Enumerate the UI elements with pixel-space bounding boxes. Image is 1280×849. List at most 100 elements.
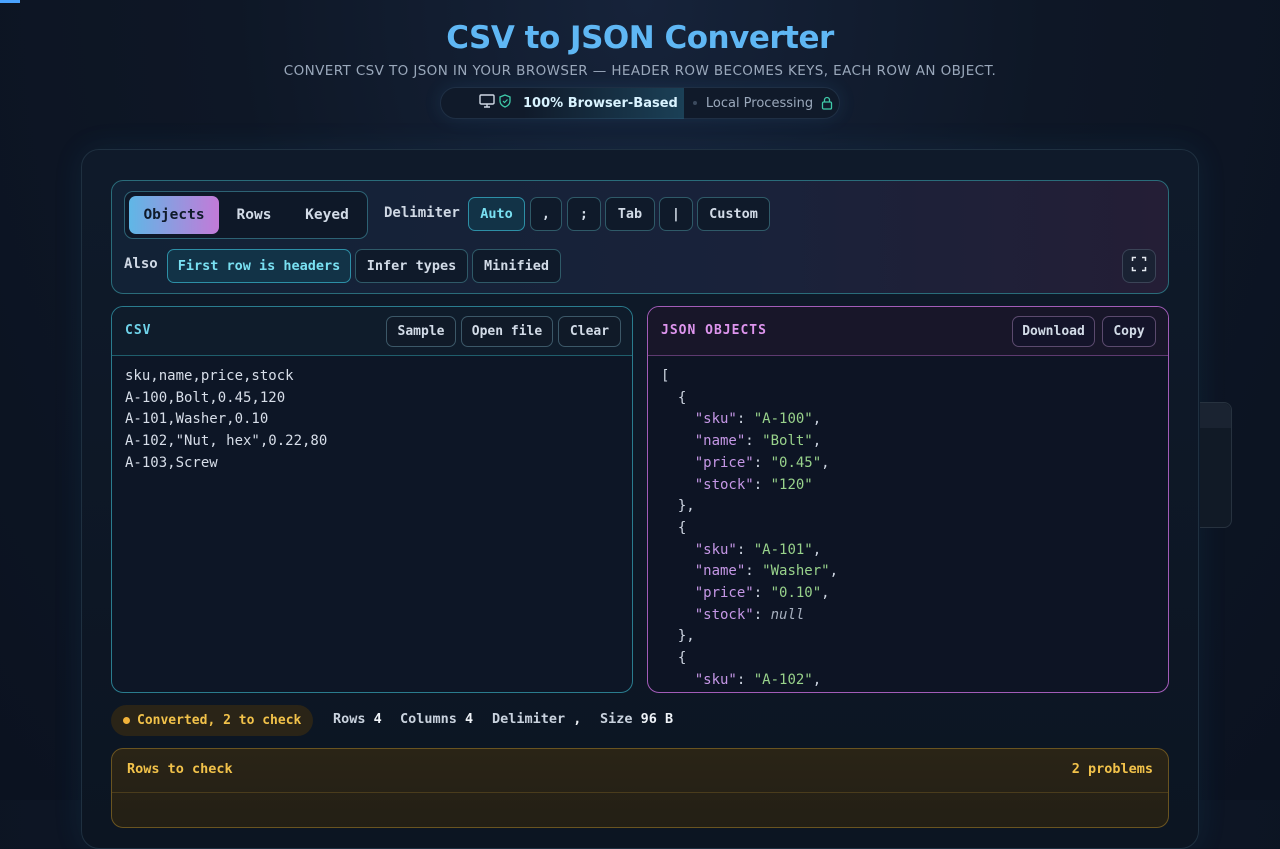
csv-input-panel: CSV Sample Open file Clear sku,name,pric…: [111, 306, 633, 693]
json-line: "price": "0.10",: [661, 583, 838, 605]
json-comma: ,: [812, 433, 822, 450]
json-comma: ,: [812, 411, 822, 428]
json-output-panel: JSON OBJECTS Download Copy [ { "sku": "A…: [647, 306, 1169, 693]
lock-icon: [821, 96, 833, 110]
badge-local-processing: Local Processing: [705, 95, 814, 111]
badge-separator: [692, 101, 697, 105]
json-colon: :: [736, 671, 754, 688]
shield-icon: [499, 94, 511, 112]
monitor-icon: [479, 94, 495, 112]
json-line: {: [661, 518, 838, 540]
json-panel-title: JSON OBJECTS: [661, 323, 767, 338]
privacy-badge: 100% Browser-Based Local Processing: [440, 87, 840, 119]
mode-objects-button[interactable]: Objects: [129, 196, 219, 234]
badge-browser-based: 100% Browser-Based: [523, 87, 684, 119]
csv-input-textarea[interactable]: sku,name,price,stock A-100,Bolt,0.45,120 A…: [125, 366, 327, 475]
page-title: CSV to JSON Converter: [446, 20, 834, 56]
json-key: "stock": [694, 476, 754, 493]
csv-line: A-100,Bolt,0.45,120: [125, 389, 286, 406]
rows-to-check-title: Rows to check: [127, 761, 233, 777]
delimiter-tab-button[interactable]: Tab: [605, 197, 655, 231]
json-line: "sku": "A-102",: [661, 670, 838, 692]
json-key: "sku": [694, 541, 737, 558]
json-line: "name": "Washer",: [661, 561, 838, 583]
status-dot: [123, 717, 130, 724]
side-handle[interactable]: [1200, 402, 1232, 528]
json-colon: :: [745, 563, 763, 580]
delimiter-pipe-button[interactable]: |: [659, 197, 693, 231]
json-line: [: [661, 366, 838, 388]
csv-line: A-102,"Nut, hex",0.22,80: [125, 433, 328, 450]
json-panel-header: JSON OBJECTS Download Copy: [648, 307, 1168, 356]
json-open-bracket: [: [661, 368, 670, 384]
mode-rows-button[interactable]: Rows: [225, 196, 283, 234]
json-line: "stock": null: [661, 605, 838, 627]
copy-button[interactable]: Copy: [1102, 316, 1156, 347]
delimiter-auto-button[interactable]: Auto: [468, 197, 525, 231]
json-key: "price": [694, 454, 754, 471]
stat-rows-value: 4: [373, 711, 382, 727]
json-colon: :: [736, 411, 754, 428]
json-key: "sku": [694, 671, 737, 688]
json-string-value: "0.45": [770, 454, 822, 471]
json-colon: :: [753, 606, 771, 623]
json-line: "price": "0.45",: [661, 453, 838, 475]
stat-delimiter-label: Delimiter: [492, 711, 566, 727]
json-colon: :: [753, 585, 771, 602]
csv-panel-header: CSV Sample Open file Clear: [112, 307, 632, 356]
status-badge: Converted, 2 to check: [111, 705, 314, 736]
problem-count: 2 problems: [1071, 761, 1153, 777]
json-null-value: null: [770, 606, 805, 623]
json-colon: :: [736, 541, 754, 558]
mode-keyed-button[interactable]: Keyed: [291, 196, 363, 234]
json-line: {: [661, 388, 838, 410]
stat-rows-label: Rows: [333, 711, 366, 727]
stat-columns-label: Columns: [400, 711, 457, 727]
json-key: "sku": [694, 411, 737, 428]
rows-to-check-panel: Rows to check 2 problems: [111, 748, 1169, 828]
json-close-brace: },: [677, 628, 695, 645]
json-key: "price": [694, 585, 754, 602]
json-key: "name": [694, 433, 746, 450]
json-close-brace: },: [677, 498, 695, 515]
json-comma: ,: [829, 563, 839, 580]
status-message: Converted, 2 to check: [137, 713, 302, 728]
json-open-brace: {: [677, 650, 687, 667]
json-key: "name": [694, 563, 746, 580]
json-string-value: "A-100": [753, 411, 813, 428]
csv-line: A-103,Screw: [125, 454, 218, 471]
open-file-button[interactable]: Open file: [461, 316, 553, 347]
stat-size-value: 96 B: [640, 711, 674, 727]
delimiter-custom-button[interactable]: Custom: [697, 197, 770, 231]
first-row-headers-toggle[interactable]: First row is headers: [167, 249, 351, 283]
delimiter-label: Delimiter: [384, 205, 460, 221]
fullscreen-button[interactable]: [1122, 249, 1156, 283]
corner-accent: [0, 0, 20, 3]
delimiter-semicolon-button[interactable]: ;: [567, 197, 601, 231]
json-line: },: [661, 626, 838, 648]
delimiter-comma-button[interactable]: ,: [530, 197, 562, 231]
infer-types-toggle[interactable]: Infer types: [355, 249, 468, 283]
stat-columns: Columns 4: [400, 711, 473, 727]
json-comma: ,: [812, 541, 822, 558]
json-line: {: [661, 648, 838, 670]
download-button[interactable]: Download: [1012, 316, 1095, 347]
json-string-value: "Bolt": [762, 433, 813, 450]
json-string-value: "0.10": [770, 585, 822, 602]
stat-rows: Rows 4: [333, 711, 382, 727]
stat-size: Size 96 B: [600, 711, 673, 727]
page-subtitle: CONVERT CSV TO JSON IN YOUR BROWSER — HE…: [283, 63, 997, 79]
stat-size-label: Size: [600, 711, 633, 727]
minified-toggle[interactable]: Minified: [472, 249, 561, 283]
sample-button[interactable]: Sample: [386, 316, 456, 347]
json-line: "sku": "A-100",: [661, 409, 838, 431]
json-colon: :: [753, 476, 771, 493]
json-output-code: [ { "sku": "A-100", "name": "Bolt", "pri…: [661, 366, 838, 692]
json-open-brace: {: [677, 389, 687, 406]
json-string-value: "Washer": [762, 563, 830, 580]
clear-button[interactable]: Clear: [558, 316, 621, 347]
json-key: "stock": [694, 606, 754, 623]
json-open-brace: {: [677, 519, 687, 536]
json-string-value: "A-101": [753, 541, 813, 558]
json-string-value: "120": [770, 476, 813, 493]
